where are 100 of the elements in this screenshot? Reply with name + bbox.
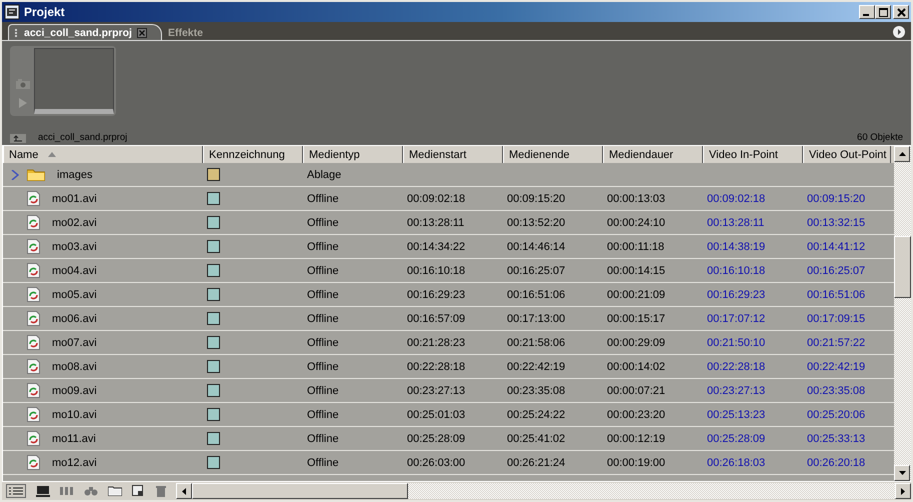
table-cell: 00:16:51:06 <box>807 288 866 300</box>
horizontal-scrollbar[interactable] <box>176 483 911 499</box>
table-cell: 00:00:13:03 <box>607 192 666 204</box>
table-cell: 00:21:28:23 <box>407 336 466 348</box>
table-cell: 00:16:10:18 <box>707 264 766 276</box>
media-file-icon <box>27 431 40 446</box>
grip-icon <box>15 28 19 36</box>
table-cell: 00:13:52:20 <box>507 216 566 228</box>
table-cell: 00:00:23:20 <box>607 408 666 420</box>
label-swatch[interactable] <box>207 240 220 253</box>
media-file-icon <box>27 359 40 374</box>
icon-view-icon[interactable] <box>36 485 50 497</box>
file-name[interactable]: mo06.avi <box>52 312 97 324</box>
minimize-button[interactable] <box>859 5 875 19</box>
scroll-right-button[interactable] <box>895 483 911 499</box>
label-swatch[interactable] <box>207 360 220 373</box>
table-cell: 00:00:21:09 <box>607 288 666 300</box>
table-cell: 00:14:34:22 <box>407 240 466 252</box>
file-name[interactable]: mo05.avi <box>52 288 97 300</box>
scroll-left-button[interactable] <box>176 483 192 499</box>
table-cell: 00:00:19:00 <box>607 456 666 468</box>
file-name[interactable]: mo08.avi <box>52 360 97 372</box>
label-swatch[interactable] <box>207 264 220 277</box>
table-cell: Offline <box>307 240 339 252</box>
table-cell: 00:23:27:13 <box>707 384 766 396</box>
media-file-icon <box>27 215 40 230</box>
binoculars-icon[interactable] <box>84 486 98 496</box>
column-header[interactable]: Medienende <box>509 148 570 160</box>
table-cell: 00:16:25:07 <box>807 264 866 276</box>
vertical-scrollbar[interactable] <box>894 146 911 481</box>
table-cell: 00:21:50:10 <box>707 336 766 348</box>
table-cell: 00:14:41:12 <box>807 240 866 252</box>
table-cell: 00:26:03:00 <box>407 456 466 468</box>
label-swatch[interactable] <box>207 336 220 349</box>
close-button[interactable] <box>893 5 909 19</box>
table-cell: 00:25:28:09 <box>407 432 466 444</box>
file-name[interactable]: mo09.avi <box>52 384 97 396</box>
file-name[interactable]: mo12.avi <box>52 456 97 468</box>
table-cell: 00:22:28:18 <box>707 360 766 372</box>
file-name[interactable]: images <box>57 168 92 180</box>
list-view-icon[interactable] <box>6 484 26 498</box>
table-cell: 00:22:42:19 <box>507 360 566 372</box>
scroll-thumb[interactable] <box>192 483 408 499</box>
right-arrow-icon <box>901 488 905 494</box>
label-swatch[interactable] <box>207 312 220 325</box>
folder-up-icon[interactable] <box>10 132 26 142</box>
column-header[interactable]: Medientyp <box>309 148 360 160</box>
media-file-icon <box>27 383 40 398</box>
file-name[interactable]: mo03.avi <box>52 240 97 252</box>
folder-icon <box>27 168 45 181</box>
table-cell: 00:23:27:13 <box>407 384 466 396</box>
table-cell: 00:00:14:15 <box>607 264 666 276</box>
label-swatch[interactable] <box>207 168 220 181</box>
maximize-button[interactable] <box>875 5 891 19</box>
label-swatch[interactable] <box>207 408 220 421</box>
file-name[interactable]: mo04.avi <box>52 264 97 276</box>
panel-menu-icon[interactable] <box>893 26 905 38</box>
media-file-icon <box>27 311 40 326</box>
new-folder-icon[interactable] <box>108 486 122 496</box>
table-cell: Offline <box>307 432 339 444</box>
new-item-icon[interactable] <box>132 485 146 497</box>
label-swatch[interactable] <box>207 456 220 469</box>
column-header[interactable]: Kennzeichnung <box>209 148 285 160</box>
label-swatch[interactable] <box>207 384 220 397</box>
label-swatch[interactable] <box>207 216 220 229</box>
scroll-thumb[interactable] <box>894 236 911 298</box>
panel-tab[interactable]: Effekte <box>162 25 217 40</box>
scroll-down-button[interactable] <box>894 465 910 481</box>
column-header[interactable]: Medienstart <box>409 148 466 160</box>
media-file-icon <box>27 455 40 470</box>
table-cell: 00:25:33:13 <box>807 432 866 444</box>
trash-icon[interactable] <box>156 486 166 496</box>
table-cell: 00:16:57:09 <box>407 312 466 324</box>
file-name[interactable]: mo07.avi <box>52 336 97 348</box>
file-name[interactable]: mo01.avi <box>52 192 97 204</box>
label-swatch[interactable] <box>207 288 220 301</box>
column-header[interactable]: Mediendauer <box>609 148 674 160</box>
column-header[interactable]: Name <box>9 148 38 160</box>
scroll-up-button[interactable] <box>894 146 910 162</box>
table-cell: 00:23:35:08 <box>807 384 866 396</box>
table-cell: 00:09:15:20 <box>807 192 866 204</box>
column-header[interactable]: Video Out-Point <box>809 148 886 160</box>
panel-tab[interactable]: acci_coll_sand.prproj <box>8 24 162 40</box>
table-cell: 00:16:29:23 <box>707 288 766 300</box>
down-arrow-icon <box>898 471 906 475</box>
table-cell: 00:22:42:19 <box>807 360 866 372</box>
table-cell: 00:09:02:18 <box>407 192 466 204</box>
label-swatch[interactable] <box>207 432 220 445</box>
close-icon[interactable] <box>136 28 147 38</box>
label-swatch[interactable] <box>207 192 220 205</box>
table-cell: 00:14:46:14 <box>507 240 566 252</box>
table-cell: Offline <box>307 336 339 348</box>
file-name[interactable]: mo02.avi <box>52 216 97 228</box>
table-cell: Offline <box>307 456 339 468</box>
table-cell: 00:25:13:23 <box>707 408 766 420</box>
file-name[interactable]: mo11.avi <box>52 432 96 444</box>
table-cell: 00:25:01:03 <box>407 408 466 420</box>
table-cell: 00:16:25:07 <box>507 264 566 276</box>
column-header[interactable]: Video In-Point <box>709 148 778 160</box>
file-name[interactable]: mo10.avi <box>52 408 97 420</box>
